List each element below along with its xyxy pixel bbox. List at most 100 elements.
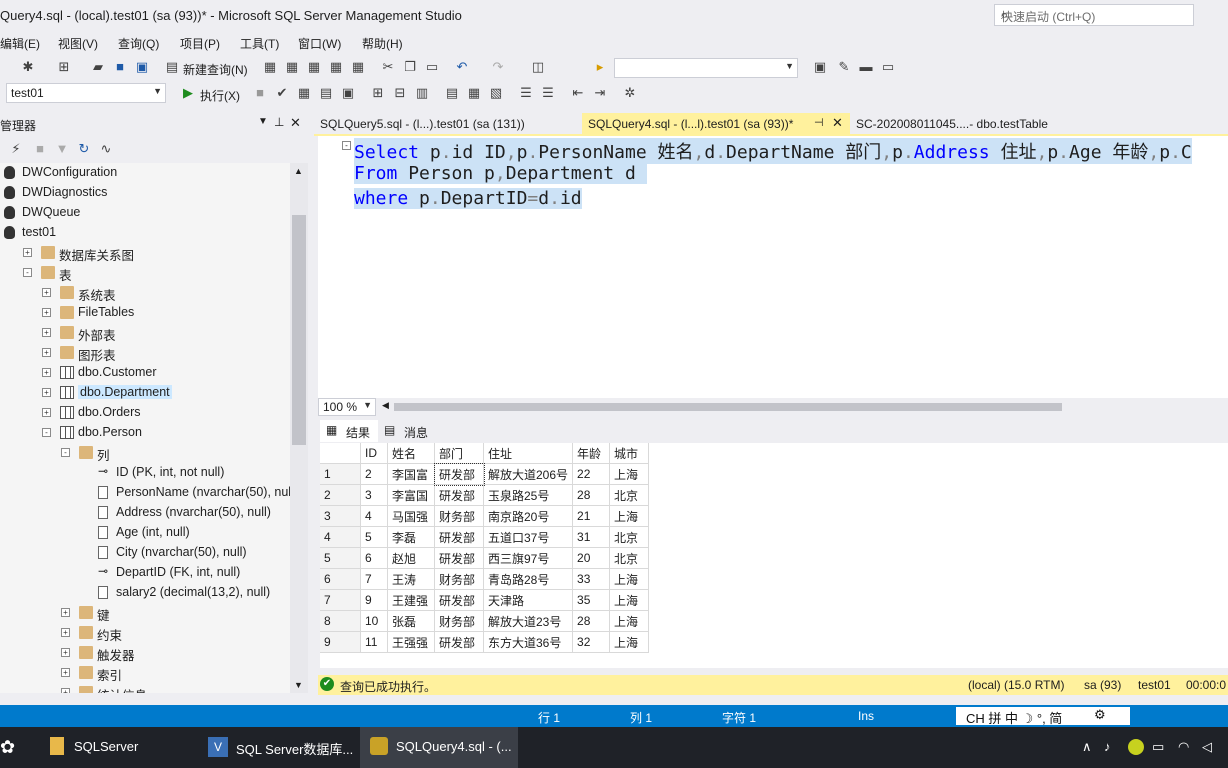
wifi-icon[interactable]: ◠	[1178, 739, 1189, 755]
table-row[interactable]: 5 6 赵旭 研发部 西三旗97号 20 北京	[320, 547, 650, 569]
disconnect-icon[interactable]: ■	[32, 141, 48, 157]
new-query-icon[interactable]: ▤	[164, 59, 180, 75]
tree-node[interactable]: + 图形表	[0, 343, 290, 363]
taskbar-item-sqlserver[interactable]: SQLServer	[40, 727, 200, 768]
battery-icon[interactable]: ▭	[1152, 739, 1164, 755]
editor-horizontal-scroll-thumb[interactable]	[394, 403, 1062, 411]
taskbar-item-ssms[interactable]: SQLQuery4.sql - (...	[360, 727, 518, 768]
chevron-down-icon[interactable]: ▼	[258, 116, 268, 127]
taskbar-item-docs[interactable]: V SQL Server数据库...	[200, 727, 358, 768]
include-plan-icon[interactable]: ⊞	[370, 85, 386, 101]
table-cell[interactable]: 研发部	[434, 547, 484, 569]
tree-node[interactable]: + 数据库关系图	[0, 243, 290, 263]
execute-icon[interactable]: ▶	[180, 85, 196, 101]
table-cell[interactable]: 青岛路28号	[483, 568, 574, 590]
row-number[interactable]: 3	[320, 505, 361, 527]
find-icon[interactable]: ▸	[592, 59, 608, 75]
collapse-icon[interactable]: -	[23, 268, 32, 277]
pin-icon[interactable]: ⊣	[814, 116, 824, 129]
table-cell[interactable]: 解放大道206号	[483, 463, 574, 485]
expand-icon[interactable]: +	[42, 348, 51, 357]
column-header[interactable]: 住址	[483, 443, 574, 464]
activity-monitor-icon[interactable]: ◫	[530, 59, 546, 75]
zoom-select[interactable]: 100 % ▼	[318, 398, 376, 416]
ime-toolbar[interactable]: CH 拼 中 ☽ °, 简 ⚙	[956, 707, 1130, 726]
results-to-file-icon[interactable]: ▧	[488, 85, 504, 101]
expand-icon[interactable]: +	[61, 648, 70, 657]
table-cell[interactable]: 上海	[609, 568, 650, 590]
tab-sqlquery5[interactable]: SQLQuery5.sql - (l...).test01 (sa (131))	[314, 113, 582, 135]
row-number[interactable]: 1	[320, 463, 361, 485]
copy-icon[interactable]: ❐	[402, 59, 418, 75]
menu-edit[interactable]: 编辑(E)	[0, 35, 40, 52]
open-file-icon[interactable]: ▰	[90, 59, 106, 75]
add-item-icon[interactable]: ⊞	[56, 59, 72, 75]
menu-project[interactable]: 项目(P)	[180, 35, 220, 52]
mdx-query-icon[interactable]: ▦	[262, 59, 278, 75]
results-to-text-icon[interactable]: ▤	[444, 85, 460, 101]
column-header[interactable]: 年龄	[572, 443, 611, 464]
dax-query-icon[interactable]: ▦	[328, 59, 344, 75]
save-icon[interactable]: ■	[112, 59, 128, 75]
table-cell[interactable]: 32	[572, 631, 611, 653]
collapse-icon[interactable]: -	[342, 141, 351, 150]
tree-node[interactable]: -表	[0, 263, 290, 283]
expand-icon[interactable]: +	[61, 668, 70, 677]
database-select[interactable]: test01 ▼	[6, 83, 166, 103]
code-line-3[interactable]: where p.DepartID=d.id	[354, 188, 582, 209]
code-line-2[interactable]: From Person p,Department d	[354, 163, 647, 184]
table-cell[interactable]: 北京	[609, 547, 650, 569]
menu-help[interactable]: 帮助(H)	[362, 35, 403, 52]
column-header[interactable]: 姓名	[387, 443, 435, 464]
uncomment-icon[interactable]: ☰	[540, 85, 556, 101]
tree-node[interactable]: + FileTables	[0, 303, 290, 323]
live-stats-icon[interactable]: ⊟	[392, 85, 408, 101]
expand-icon[interactable]: +	[42, 368, 51, 377]
tree-node[interactable]: ⊸ ID (PK, int, not null)	[0, 463, 290, 483]
tree-node[interactable]: DWQueue	[0, 203, 290, 223]
refresh-icon[interactable]: ↻	[76, 141, 92, 157]
template-explorer-icon[interactable]: ▭	[880, 59, 896, 75]
row-number[interactable]: 2	[320, 484, 361, 506]
parse-icon[interactable]: ✔	[274, 85, 290, 101]
specify-values-icon[interactable]: ✲	[622, 85, 638, 101]
tree-node[interactable]: salary2 (decimal(13,2), null)	[0, 583, 290, 603]
activity-icon[interactable]: ∿	[98, 141, 114, 157]
table-cell[interactable]: 21	[572, 505, 611, 527]
redo-icon[interactable]: ↷	[490, 59, 506, 75]
tree-node[interactable]: test01	[0, 223, 290, 243]
expand-icon[interactable]: +	[42, 388, 51, 397]
expand-icon[interactable]: +	[23, 248, 32, 257]
table-cell[interactable]: 赵旭	[387, 547, 435, 569]
table-cell[interactable]: 4	[360, 505, 388, 527]
table-cell[interactable]: 31	[572, 526, 611, 548]
tab-messages[interactable]: ▤ 消息	[380, 420, 438, 442]
tree-node[interactable]: + 系统表	[0, 283, 290, 303]
table-cell[interactable]: 5	[360, 526, 388, 548]
table-cell[interactable]: 28	[572, 484, 611, 506]
expand-icon[interactable]: +	[42, 328, 51, 337]
stop-icon[interactable]: ■	[252, 85, 268, 101]
table-cell[interactable]: 李富国	[387, 484, 435, 506]
analysis-query-icon[interactable]: ▦	[350, 59, 366, 75]
table-cell[interactable]: 上海	[609, 463, 650, 485]
tree-node[interactable]: Age (int, null)	[0, 523, 290, 543]
results-to-grid-icon[interactable]: ▦	[466, 85, 482, 101]
table-cell[interactable]: 35	[572, 589, 611, 611]
table-cell[interactable]: 7	[360, 568, 388, 590]
client-stats-icon[interactable]: ▥	[414, 85, 430, 101]
table-row[interactable]: 3 4 马国强 财务部 南京路20号 21 上海	[320, 505, 650, 527]
results-grid[interactable]: ID 姓名 部门 住址 年龄 城市 1 2 李国富 研发部 解放大道206号 22 上海 2 3 李富国 研发部…	[320, 443, 1228, 668]
row-number-header[interactable]	[320, 443, 361, 464]
tree-node[interactable]: + dbo.Orders	[0, 403, 290, 423]
menu-window[interactable]: 窗口(W)	[298, 35, 341, 52]
table-cell[interactable]: 上海	[609, 610, 650, 632]
table-row[interactable]: 8 10 张磊 财务部 解放大道23号 28 上海	[320, 610, 650, 632]
table-cell[interactable]: 2	[360, 463, 388, 485]
xmla-query-icon[interactable]: ▦	[306, 59, 322, 75]
results-table[interactable]: ID 姓名 部门 住址 年龄 城市 1 2 李国富 研发部 解放大道206号 22 上海 2 3 李富国 研发部…	[320, 443, 650, 653]
tree-node[interactable]: + 外部表	[0, 323, 290, 343]
find-combo[interactable]: ▼	[614, 58, 798, 78]
table-cell[interactable]: 9	[360, 589, 388, 611]
tree-node[interactable]: City (nvarchar(50), null)	[0, 543, 290, 563]
